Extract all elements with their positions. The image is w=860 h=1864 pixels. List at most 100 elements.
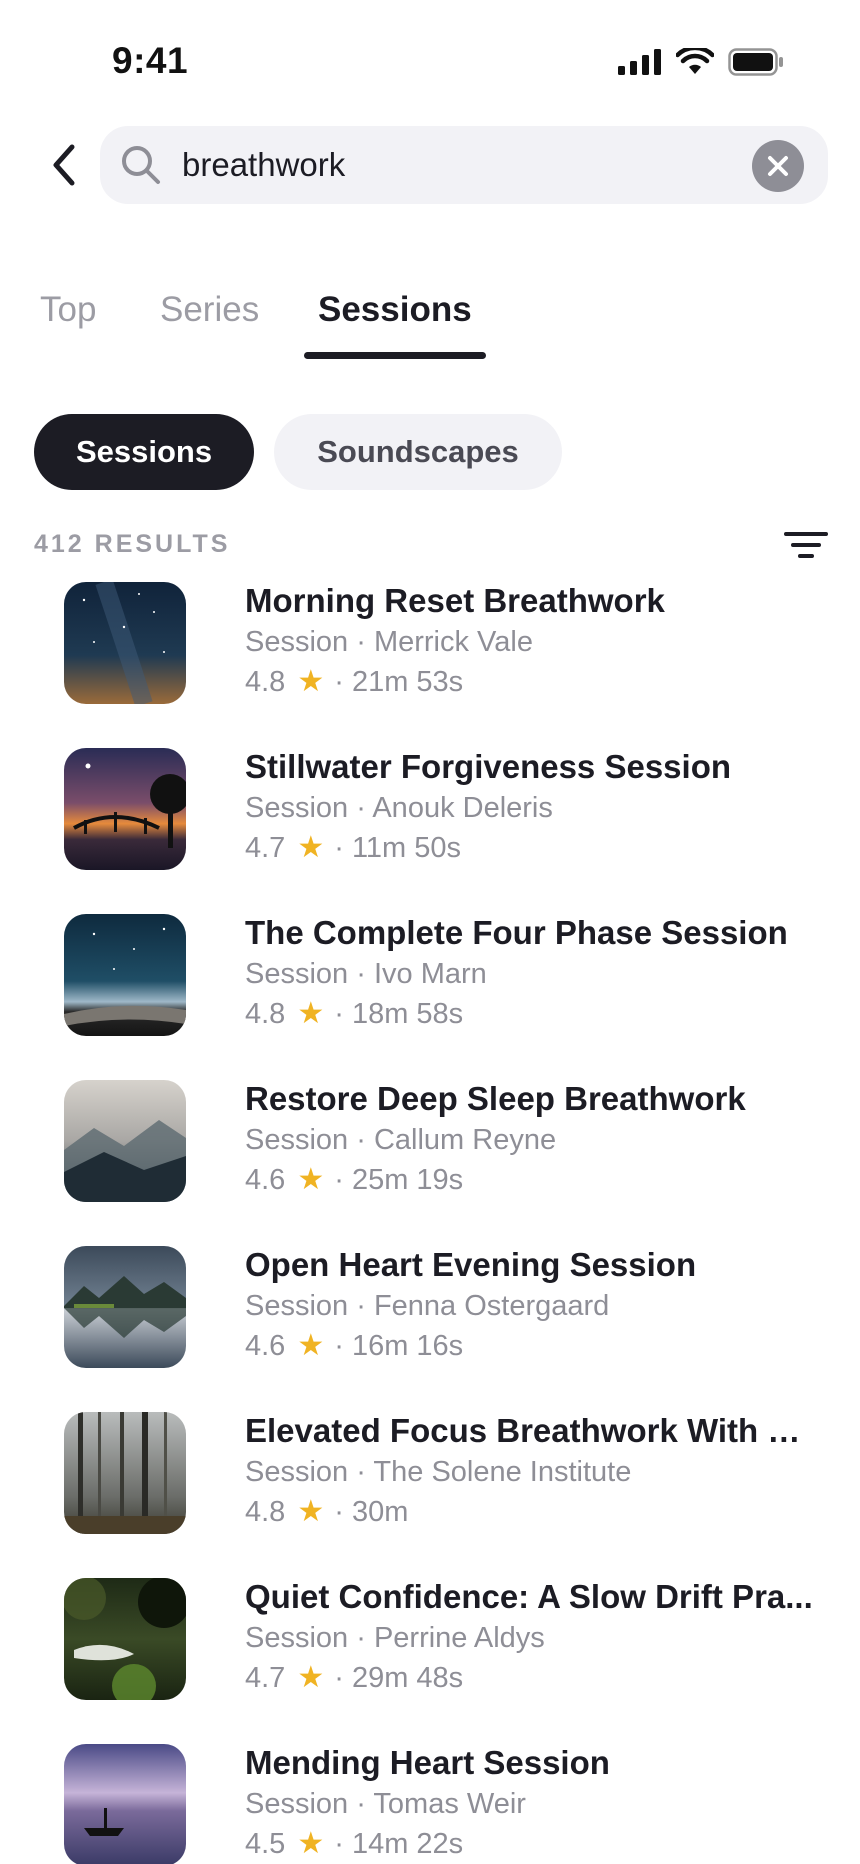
result-rating-row: 4.7 ★ · 29m 48s [245, 1658, 815, 1698]
chip-sessions[interactable]: Sessions [34, 414, 254, 490]
result-title: Quiet Confidence: A Slow Drift Pra... [245, 1578, 813, 1615]
thumbnail-forest-stream [64, 1578, 186, 1700]
result-rating-row: 4.5 ★ · 14m 22s [245, 1824, 815, 1864]
star-icon: ★ [297, 831, 325, 864]
thumbnail-foggy-forest [64, 1412, 186, 1534]
star-icon: ★ [297, 1827, 325, 1860]
results-header: 412 RESULTS [34, 528, 828, 564]
result-title: The Complete Four Phase Session [245, 914, 788, 951]
result-duration: 11m 50s [351, 832, 462, 864]
thumbnail-night-road-stars [64, 914, 186, 1036]
result-item[interactable]: Restore Deep Sleep Breathwork Session · … [0, 1078, 860, 1244]
search-tabs: Top Series Sessions [0, 282, 860, 362]
result-author: Ivo Marn [373, 958, 487, 990]
result-author: The Solene Institute [373, 1456, 632, 1488]
thumbnail-lake-reflection [64, 1246, 186, 1368]
result-item[interactable]: Open Heart Evening Session Session · Fen… [0, 1244, 860, 1410]
result-author: Callum Reyne [373, 1124, 557, 1156]
result-title: Restore Deep Sleep Breathwork [245, 1080, 746, 1117]
result-title: Mending Heart Session [245, 1744, 610, 1781]
result-author: Fenna Ostergaard [373, 1290, 610, 1322]
close-icon [768, 156, 788, 176]
search-bar[interactable] [100, 126, 828, 204]
result-type: Session [245, 1124, 349, 1156]
result-rating: 4.6 [245, 1164, 286, 1196]
result-author: Perrine Aldys [373, 1622, 545, 1654]
back-button[interactable] [40, 138, 88, 192]
status-time: 9:41 [112, 40, 189, 81]
result-meta: Session · Callum Reyne [245, 1124, 557, 1156]
result-rating: 4.8 [245, 1496, 286, 1528]
result-item[interactable]: The Complete Four Phase Session Session … [0, 912, 860, 1078]
thumbnail-misty-forest-hills [64, 1080, 186, 1202]
result-meta: Session · Perrine Aldys [245, 1622, 545, 1654]
thumbnail-sunset-bridge [64, 748, 186, 870]
result-duration: 21m 53s [351, 666, 464, 698]
star-icon: ★ [297, 1661, 325, 1694]
result-meta: Session · Merrick Vale [245, 626, 533, 658]
result-author: Merrick Vale [373, 626, 533, 658]
result-rating: 4.7 [245, 1662, 286, 1694]
star-icon: ★ [297, 665, 325, 698]
result-rating-row: 4.8 ★ · 30m [245, 1492, 815, 1532]
result-rating: 4.6 [245, 1330, 286, 1362]
status-bar: 9:41 [0, 0, 860, 120]
result-duration: 18m 58s [351, 998, 464, 1030]
star-icon: ★ [297, 997, 325, 1030]
tab-top[interactable]: Top [40, 290, 96, 330]
result-title: Stillwater Forgiveness Session [245, 748, 732, 785]
active-tab-indicator [304, 352, 486, 359]
result-item[interactable]: Elevated Focus Breathwork With G... Sess… [0, 1410, 860, 1576]
wifi-icon [676, 48, 714, 74]
result-duration: 29m 48s [351, 1662, 464, 1694]
result-rating-row: 4.8 ★ · 18m 58s [245, 994, 815, 1034]
result-rating: 4.8 [245, 666, 286, 698]
result-duration: 16m 16s [351, 1330, 464, 1362]
result-author: Anouk Deleris [372, 792, 553, 824]
result-duration: 25m 19s [351, 1164, 464, 1196]
result-type: Session [245, 1788, 349, 1820]
result-type: Session [245, 1456, 349, 1488]
result-item[interactable]: Quiet Confidence: A Slow Drift Pra... Se… [0, 1576, 860, 1742]
clear-search-button[interactable] [752, 140, 804, 192]
result-rating: 4.5 [245, 1828, 286, 1860]
cellular-signal-icon [618, 49, 661, 75]
result-type: Session [245, 1622, 349, 1654]
result-rating-row: 4.6 ★ · 25m 19s [245, 1160, 815, 1200]
result-meta: Session · Anouk Deleris [245, 792, 553, 824]
search-icon [122, 146, 160, 184]
thumbnail-starry-night-sky [64, 582, 186, 704]
tab-sessions[interactable]: Sessions [318, 290, 472, 330]
result-type: Session [245, 626, 349, 658]
result-meta: Session · The Solene Institute [245, 1456, 632, 1488]
thumbnail-purple-lake-boat [64, 1744, 186, 1864]
star-icon: ★ [297, 1495, 325, 1528]
result-rating-row: 4.7 ★ · 11m 50s [245, 828, 815, 868]
search-input[interactable] [182, 126, 742, 204]
result-meta: Session · Fenna Ostergaard [245, 1290, 610, 1322]
star-icon: ★ [297, 1163, 325, 1196]
result-meta: Session · Tomas Weir [245, 1788, 526, 1820]
result-title: Open Heart Evening Session [245, 1246, 697, 1283]
result-title: Morning Reset Breathwork [245, 582, 665, 619]
result-item[interactable]: Mending Heart Session Session · Tomas We… [0, 1742, 860, 1864]
result-meta: Session · Ivo Marn [245, 958, 487, 990]
result-item[interactable]: Morning Reset Breathwork Session · Merri… [0, 580, 860, 746]
result-rating: 4.7 [245, 832, 286, 864]
tab-series[interactable]: Series [160, 290, 259, 330]
filter-icon [784, 532, 828, 558]
result-duration: 14m 22s [351, 1828, 464, 1860]
status-icons [618, 48, 784, 76]
battery-icon [728, 48, 783, 76]
search-row [0, 126, 860, 204]
result-rating-row: 4.6 ★ · 16m 16s [245, 1326, 815, 1366]
results-count: 412 RESULTS [34, 530, 231, 558]
chip-soundscapes[interactable]: Soundscapes [274, 414, 562, 490]
chevron-left-icon [53, 144, 75, 186]
result-duration: 30m [351, 1496, 409, 1528]
filter-button[interactable] [784, 528, 828, 564]
result-author: Tomas Weir [373, 1788, 526, 1820]
result-item[interactable]: Stillwater Forgiveness Session Session ·… [0, 746, 860, 912]
star-icon: ★ [297, 1329, 325, 1362]
result-type: Session [245, 792, 349, 824]
